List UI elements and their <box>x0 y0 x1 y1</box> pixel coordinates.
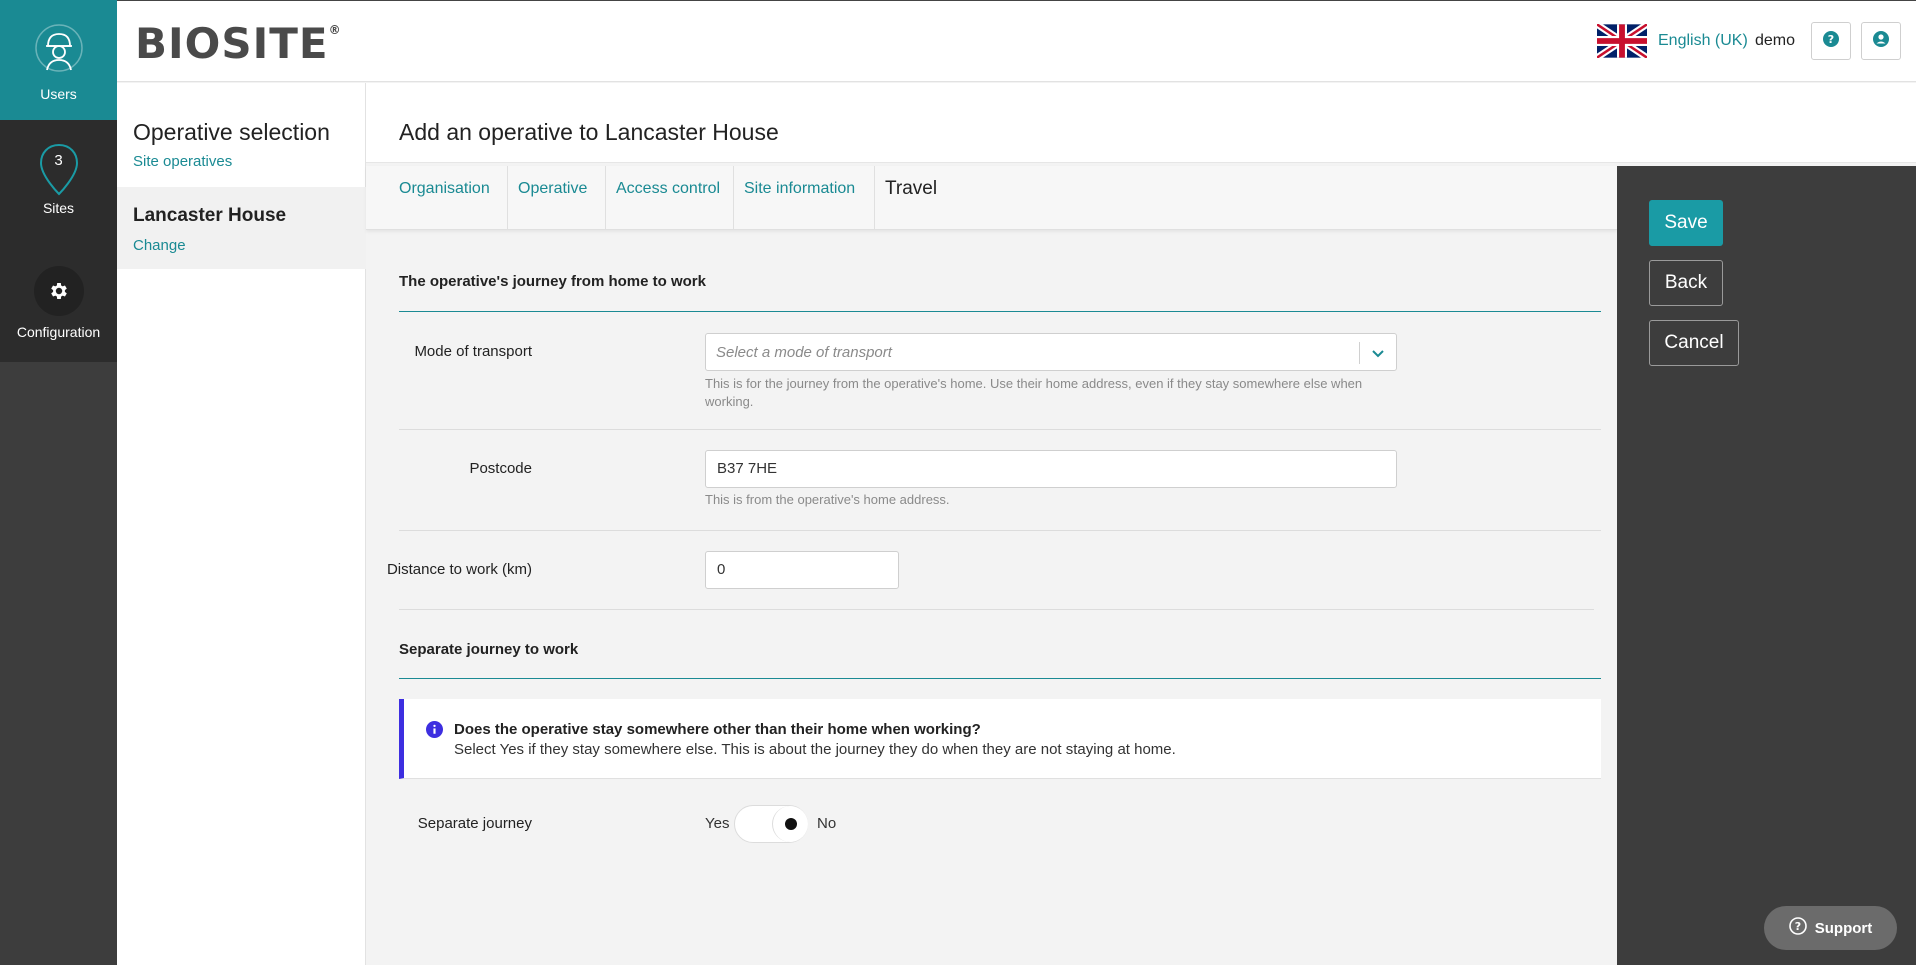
user-circle-icon <box>1873 30 1889 52</box>
mode-of-transport-label: Mode of transport <box>414 343 532 360</box>
postcode-label: Postcode <box>469 460 532 477</box>
main-header: Add an operative to Lancaster House <box>366 83 1916 163</box>
back-button[interactable]: Back <box>1649 260 1723 306</box>
username-label: demo <box>1755 32 1796 49</box>
question-circle-icon: ? <box>1823 30 1839 52</box>
sites-count-badge: 3 <box>54 152 63 169</box>
tab-access-control[interactable]: Access control <box>606 166 734 230</box>
top-bar: BIOSITE® English (UK) demo ? <box>117 0 1916 82</box>
action-panel: Save Back Cancel <box>1617 166 1916 965</box>
row-divider <box>399 429 1601 430</box>
mode-of-transport-placeholder: Select a mode of transport <box>716 344 892 361</box>
operative-selection-title: Operative selection <box>133 119 330 145</box>
info-callout: Does the operative stay somewhere other … <box>399 699 1601 779</box>
select-divider <box>1359 342 1360 364</box>
save-button[interactable]: Save <box>1649 200 1723 246</box>
nav-item-users[interactable]: Users <box>0 0 117 120</box>
account-button[interactable] <box>1861 22 1901 60</box>
separate-journey-label: Separate journey <box>417 815 532 832</box>
travel-form: The operative's journey from home to wor… <box>366 231 1617 965</box>
info-circle-icon <box>426 721 443 738</box>
chevron-down-icon[interactable] <box>1369 344 1387 362</box>
postcode-hint: This is from the operative's home addres… <box>705 492 950 507</box>
help-button[interactable]: ? <box>1811 22 1851 60</box>
tab-site-information[interactable]: Site information <box>734 166 875 230</box>
distance-input[interactable]: 0 <box>705 551 899 589</box>
left-nav-rail: Users 3 Sites Configuration <box>0 0 117 965</box>
section-divider <box>399 311 1601 312</box>
map-pin-icon: 3 <box>31 142 87 198</box>
svg-text:?: ? <box>1795 920 1801 933</box>
svg-text:?: ? <box>1828 33 1834 46</box>
gear-icon <box>33 266 84 316</box>
language-selector[interactable]: English (UK) <box>1658 32 1748 50</box>
section-divider <box>399 678 1601 679</box>
form-tabs: Organisation Operative Access control Si… <box>366 166 1617 230</box>
question-circle-icon: ? <box>1788 917 1807 939</box>
section-title-home-journey: The operative's journey from home to wor… <box>399 273 706 290</box>
site-operatives-link[interactable]: Site operatives <box>133 153 232 170</box>
nav-item-label: Users <box>40 86 77 102</box>
tab-operative[interactable]: Operative <box>508 166 606 230</box>
toggle-no-label[interactable]: No <box>817 815 836 832</box>
operative-sidebar: Operative selection Site operatives Lanc… <box>117 83 366 965</box>
tab-travel[interactable]: Travel <box>875 166 995 230</box>
nav-item-label: Configuration <box>16 324 101 340</box>
distance-label: Distance to work (km) <box>386 561 532 578</box>
mode-of-transport-select[interactable]: Select a mode of transport <box>705 333 1397 371</box>
support-button[interactable]: ? Support <box>1764 906 1897 950</box>
selected-site-block: Lancaster House Change <box>117 187 366 269</box>
page-title: Add an operative to Lancaster House <box>399 119 779 145</box>
cancel-button[interactable]: Cancel <box>1649 320 1739 366</box>
postcode-input[interactable]: B37 7HE <box>705 450 1397 488</box>
row-divider <box>399 530 1601 531</box>
toggle-yes-label[interactable]: Yes <box>705 815 729 832</box>
row-divider <box>399 609 1594 610</box>
biosite-logo: BIOSITE® <box>135 19 342 68</box>
support-label: Support <box>1814 919 1873 937</box>
selected-site-name: Lancaster House <box>133 205 287 226</box>
uk-flag-icon[interactable] <box>1595 21 1649 61</box>
section-title-separate-journey: Separate journey to work <box>399 641 579 658</box>
info-callout-title: Does the operative stay somewhere other … <box>454 721 981 738</box>
separate-journey-toggle[interactable] <box>734 805 808 843</box>
mode-of-transport-hint: This is for the journey from the operati… <box>705 376 1363 409</box>
nav-item-label: Sites <box>42 200 75 216</box>
toggle-knob[interactable] <box>772 806 808 842</box>
change-site-link[interactable]: Change <box>133 237 186 254</box>
nav-item-configuration[interactable]: Configuration <box>0 240 117 362</box>
tab-organisation[interactable]: Organisation <box>366 166 508 230</box>
worker-icon <box>31 22 87 78</box>
info-callout-text: Select Yes if they stay somewhere else. … <box>454 741 1176 758</box>
nav-item-sites[interactable]: 3 Sites <box>0 120 117 240</box>
